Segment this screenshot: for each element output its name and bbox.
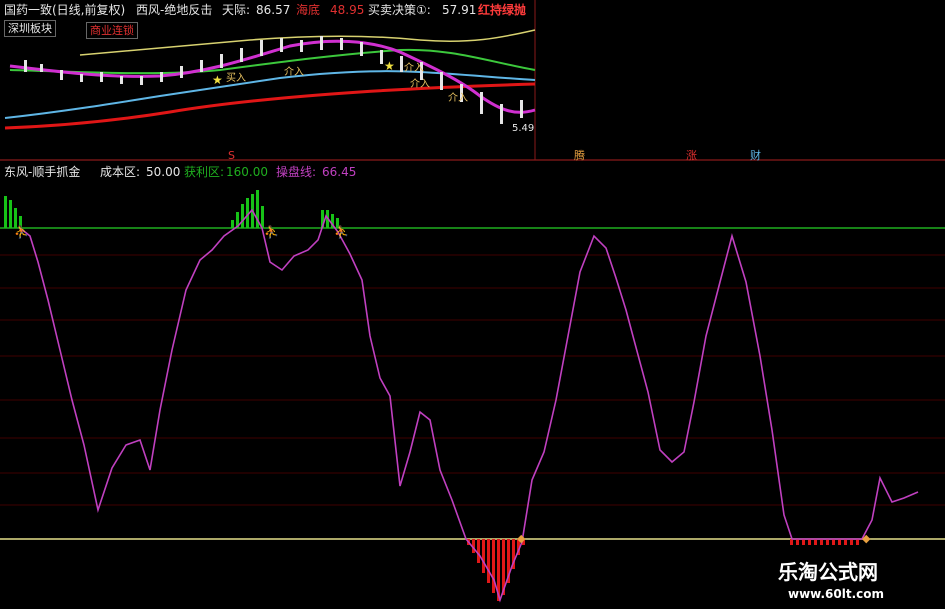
watermark-url: www.60lt.com (788, 587, 885, 601)
sector-box[interactable]: 深圳板块 (4, 20, 56, 37)
trader-line (19, 208, 919, 603)
svg-text:★: ★ (212, 73, 223, 87)
top-price-panel: ★ ★ (0, 0, 945, 161)
tianji-label: 天际: (222, 3, 251, 17)
teng-marker: 腾 (574, 149, 585, 162)
svg-text:⛹: ⛹ (264, 224, 279, 239)
cai-marker: 财 (750, 149, 761, 162)
signal-enter-2: 介入 (404, 63, 424, 74)
signal-enter-3: 介入 (410, 79, 430, 90)
candlesticks (24, 36, 523, 124)
indicator-name: 西风-绝地反击 (136, 3, 213, 17)
zhang-marker: 涨 (686, 149, 697, 162)
maimai-label: 买卖决策①: (368, 3, 431, 17)
svg-text:⛹: ⛹ (334, 224, 349, 239)
svg-text:◆: ◆ (517, 532, 526, 545)
svg-text:◆: ◆ (862, 532, 871, 545)
signal-buy: 买入 (226, 73, 246, 84)
buy-markers: ⛹ ⛹ ⛹ (14, 224, 349, 239)
right-tag: 红持绿抛 (478, 3, 527, 17)
cost-value: 50.00 (146, 165, 181, 179)
trader-label: 操盘线: (276, 165, 317, 179)
signal-enter-1: 介入 (284, 67, 304, 78)
indicator-chart-canvas: ★ ★ ⛹ ⛹ ⛹ ◆ ◆ (0, 0, 945, 603)
profit-value: 160.00 (226, 165, 268, 179)
green-histogram (4, 190, 339, 228)
watermark-site-name: 乐淘公式网 (778, 560, 878, 584)
stock-title: 国药一致(日线,前复权) (4, 3, 126, 17)
trader-value: 66.45 (322, 165, 357, 179)
tianji-value: 86.57 (256, 3, 291, 17)
lower-grid (0, 254, 945, 506)
cost-label: 成本区: (100, 165, 141, 179)
green-ma-line (9, 48, 536, 75)
svg-text:⛹: ⛹ (14, 224, 29, 239)
bottom-right-price: 5.49 (512, 123, 535, 134)
s-marker: S (228, 149, 235, 162)
lower-indicator-name: 东风-顺手抓金 (4, 165, 81, 179)
long-ma-line (4, 82, 536, 130)
business-box[interactable]: 商业连锁 (86, 22, 138, 39)
profit-label: 获利区: (184, 165, 225, 179)
maimai-value: 57.91 (442, 3, 477, 17)
haidi-label: 海底 (296, 3, 321, 17)
svg-text:★: ★ (384, 59, 395, 73)
haidi-value: 48.95 (330, 3, 365, 17)
signal-enter-4: 介入 (448, 93, 468, 104)
